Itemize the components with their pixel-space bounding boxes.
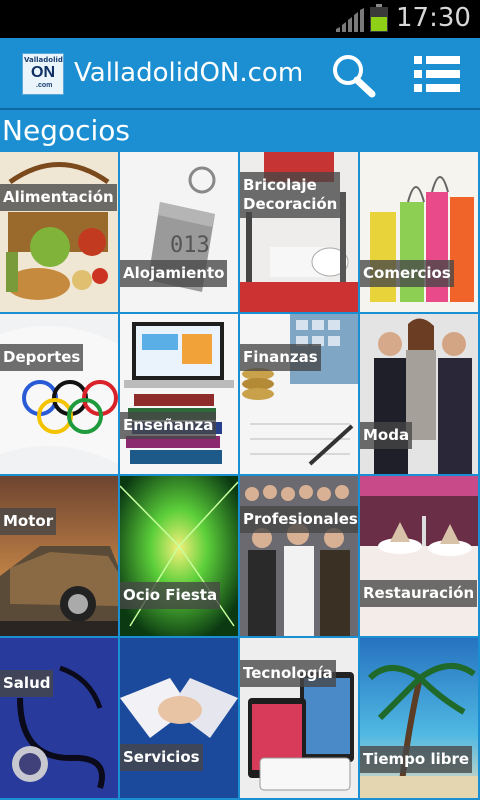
tile-label: Alojamiento xyxy=(120,260,228,287)
hotel-key-image: 013 xyxy=(120,152,238,312)
calculator-coins-image xyxy=(240,314,358,474)
tile-label: Finanzas xyxy=(240,344,321,371)
beach-palms-image xyxy=(360,638,478,798)
fashion-models-image xyxy=(360,314,478,474)
tile-label: Tiempo libre xyxy=(360,746,473,773)
tile-profesionales[interactable]: Profesionales xyxy=(240,476,358,636)
tile-label: Salud xyxy=(0,670,54,697)
tile-servicios[interactable]: Servicios xyxy=(120,638,238,798)
section-header: Negocios xyxy=(0,110,480,152)
tile-label: Enseñanza xyxy=(120,412,217,439)
tile-label: Bricolaje Decoración xyxy=(240,172,341,218)
tile-label: Motor xyxy=(0,508,57,535)
tile-comercios[interactable]: Comercios xyxy=(360,152,478,312)
food-basket-image xyxy=(0,152,118,312)
list-menu-icon[interactable] xyxy=(410,52,464,98)
tile-alojamiento[interactable]: 013 Alojamiento xyxy=(120,152,238,312)
tile-motor[interactable]: Motor xyxy=(0,476,118,636)
logo-text-main: ON xyxy=(31,64,55,81)
shopping-bags-image xyxy=(360,152,478,312)
car-image xyxy=(0,476,118,636)
tile-label: Servicios xyxy=(120,744,203,771)
tile-label: Profesionales xyxy=(240,506,358,533)
tile-restauracion[interactable]: Restauración xyxy=(360,476,478,636)
tile-ensenanza[interactable]: Enseñanza xyxy=(120,314,238,474)
tile-bricolaje-decoracion[interactable]: Bricolaje Decoración xyxy=(240,152,358,312)
tile-label: Tecnología xyxy=(240,660,336,687)
tile-label: Ocio Fiesta xyxy=(120,582,221,609)
action-bar: Valladolid ON .com ValladolidON.com xyxy=(0,38,480,110)
logo-text-bottom: .com xyxy=(36,82,53,89)
status-bar: 17:30 xyxy=(0,0,480,38)
tile-label: Alimentación xyxy=(0,184,117,211)
tile-deportes[interactable]: Deportes xyxy=(0,314,118,474)
tile-label: Moda xyxy=(360,422,413,449)
restaurant-table-image xyxy=(360,476,478,636)
app-logo[interactable]: Valladolid ON .com xyxy=(22,53,64,95)
tile-moda[interactable]: Moda xyxy=(360,314,478,474)
category-grid: Alimentación 013 Alojamiento Bricolaje D… xyxy=(0,152,480,800)
tile-tiempo-libre[interactable]: Tiempo libre xyxy=(360,638,478,798)
laptop-books-image xyxy=(120,314,238,474)
tile-label-line1: Bricolaje xyxy=(243,176,317,194)
signal-icon xyxy=(336,8,364,32)
app-title: ValladolidON.com xyxy=(74,58,304,88)
stethoscope-image xyxy=(0,638,118,798)
clock: 17:30 xyxy=(396,3,471,33)
svg-text:013: 013 xyxy=(170,233,210,258)
olympic-flag-image xyxy=(0,314,118,474)
battery-icon xyxy=(370,4,388,32)
party-lights-image xyxy=(120,476,238,636)
section-title: Negocios xyxy=(2,114,130,147)
tile-alimentacion[interactable]: Alimentación xyxy=(0,152,118,312)
tile-finanzas[interactable]: Finanzas xyxy=(240,314,358,474)
professionals-group-image xyxy=(240,476,358,636)
tile-label: Comercios xyxy=(360,260,454,287)
tile-ocio-fiesta[interactable]: Ocio Fiesta xyxy=(120,476,238,636)
logo-text-top: Valladolid xyxy=(24,56,63,64)
tile-label: Deportes xyxy=(0,344,84,371)
search-icon[interactable] xyxy=(328,52,380,98)
handshake-image xyxy=(120,638,238,798)
tile-label: Restauración xyxy=(360,580,478,607)
tile-tecnologia[interactable]: Tecnología xyxy=(240,638,358,798)
tile-salud[interactable]: Salud xyxy=(0,638,118,798)
tile-label-line2: Decoración xyxy=(243,195,338,213)
